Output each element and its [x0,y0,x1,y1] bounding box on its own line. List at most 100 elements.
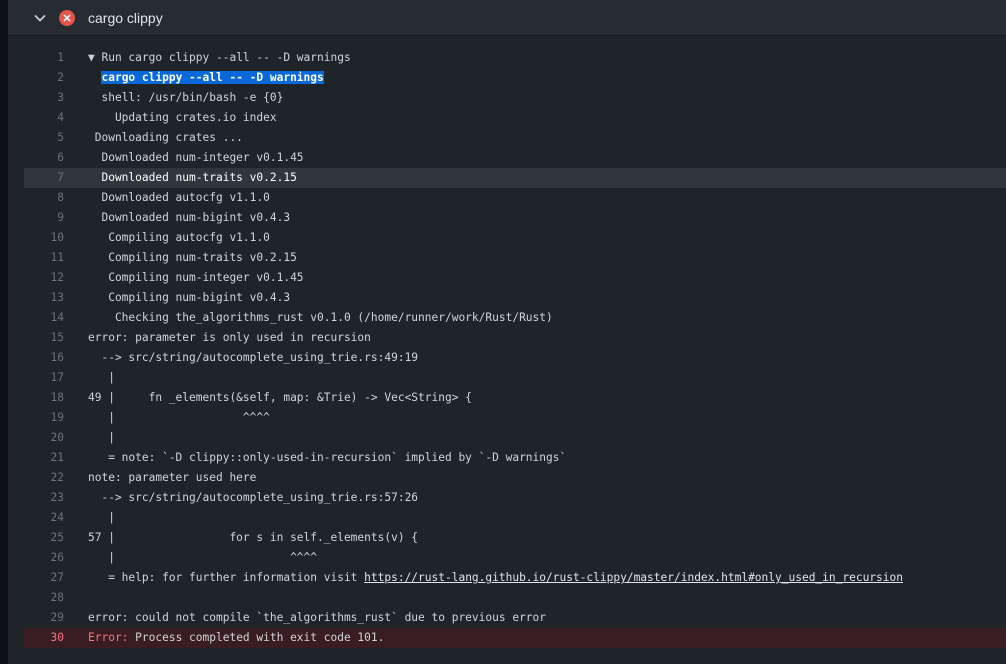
log-line[interactable]: 26 | ^^^^ [24,548,1006,568]
log-line[interactable]: 23 --> src/string/autocomplete_using_tri… [24,488,1006,508]
log-line[interactable]: 21 = note: `-D clippy::only-used-in-recu… [24,448,1006,468]
log-line[interactable]: 18 49 | fn _elements(&self, map: &Trie) -… [24,388,1006,408]
line-number[interactable]: 8 [24,188,64,208]
log-line[interactable]: 28 [24,588,1006,608]
line-number[interactable]: 25 [24,528,64,548]
log-line[interactable]: 12 Compiling num-integer v0.1.45 [24,268,1006,288]
log-text: Run cargo clippy --all -- -D warnings [101,51,351,64]
log-line[interactable]: 22 note: parameter used here [24,468,1006,488]
line-number[interactable]: 9 [24,208,64,228]
group-toggle-icon[interactable]: ▼ [88,51,101,64]
log-line[interactable]: 20 | [24,428,1006,448]
line-number[interactable]: 14 [24,308,64,328]
line-number[interactable]: 22 [24,468,64,488]
log-line[interactable]: 3 shell: /usr/bin/bash -e {0} [24,88,1006,108]
log-text: Downloading crates ... [88,131,243,144]
line-number[interactable]: 1 [24,48,64,68]
line-number[interactable]: 20 [24,428,64,448]
job-log-panel: cargo clippy 1 ▼ Run cargo clippy --all -… [8,0,1006,664]
line-number[interactable]: 28 [24,588,64,608]
line-text: shell: /usr/bin/bash -e {0} [88,88,283,108]
line-number[interactable]: 12 [24,268,64,288]
log-text: error: parameter is only used in recursi… [88,331,371,344]
log-text: | ^^^^ [88,411,270,424]
error-keyword: Error: [88,631,129,644]
log-line[interactable]: 30 Error: Process completed with exit cod… [24,628,1006,648]
line-text: Compiling autocfg v1.1.0 [88,228,270,248]
line-number[interactable]: 30 [24,628,64,648]
line-number[interactable]: 17 [24,368,64,388]
log-output: 1 ▼ Run cargo clippy --all -- -D warnings… [24,48,1006,648]
log-text: Compiling num-traits v0.2.15 [88,251,297,264]
log-line[interactable]: 7 Downloaded num-traits v0.2.15 [24,168,1006,188]
line-number[interactable]: 27 [24,568,64,588]
log-line[interactable]: 6 Downloaded num-integer v0.1.45 [24,148,1006,168]
line-number[interactable]: 3 [24,88,64,108]
line-number[interactable]: 13 [24,288,64,308]
line-number[interactable]: 5 [24,128,64,148]
line-number[interactable]: 2 [24,68,64,88]
line-text: = help: for further information visit ht… [88,568,903,588]
log-text: | [88,371,115,384]
log-text: | [88,431,115,444]
step-title: cargo clippy [88,10,163,26]
line-text: | [88,428,115,448]
log-line[interactable]: 11 Compiling num-traits v0.2.15 [24,248,1006,268]
line-number[interactable]: 26 [24,548,64,568]
log-line[interactable]: 24 | [24,508,1006,528]
line-text: Downloaded num-integer v0.1.45 [88,148,304,168]
log-line[interactable]: 2 cargo clippy --all -- -D warnings [24,68,1006,88]
log-text: Downloaded num-integer v0.1.45 [88,151,304,164]
line-text: 49 | fn _elements(&self, map: &Trie) -> … [88,388,472,408]
line-number[interactable]: 11 [24,248,64,268]
line-number[interactable]: 6 [24,148,64,168]
error-circle-icon [59,10,75,26]
chevron-down-icon[interactable] [32,10,48,26]
line-number[interactable]: 15 [24,328,64,348]
line-text: Updating crates.io index [88,108,277,128]
log-text: Compiling autocfg v1.1.0 [88,231,270,244]
line-number[interactable]: 24 [24,508,64,528]
line-text: Downloaded autocfg v1.1.0 [88,188,269,208]
log-line[interactable]: 17 | [24,368,1006,388]
line-number[interactable]: 4 [24,108,64,128]
log-line[interactable]: 19 | ^^^^ [24,408,1006,428]
line-text: Error: Process completed with exit code … [88,628,384,648]
line-number[interactable]: 29 [24,608,64,628]
line-number[interactable]: 7 [24,168,64,188]
selected-text: cargo clippy --all -- -D warnings [101,71,324,84]
line-text: Checking the_algorithms_rust v0.1.0 (/ho… [88,308,553,328]
line-number[interactable]: 19 [24,408,64,428]
log-text: shell: /usr/bin/bash -e {0} [101,91,284,104]
step-header[interactable]: cargo clippy [8,0,1006,36]
line-number[interactable]: 10 [24,228,64,248]
help-link[interactable]: https://rust-lang.github.io/rust-clippy/… [364,571,903,584]
log-line[interactable]: 14 Checking the_algorithms_rust v0.1.0 (… [24,308,1006,328]
line-text: 57 | for s in self._elements(v) { [88,528,418,548]
line-number[interactable]: 16 [24,348,64,368]
log-line[interactable]: 4 Updating crates.io index [24,108,1006,128]
line-number[interactable]: 21 [24,448,64,468]
log-line[interactable]: 16 --> src/string/autocomplete_using_tri… [24,348,1006,368]
log-line[interactable]: 9 Downloaded num-bigint v0.4.3 [24,208,1006,228]
log-text: | [88,511,115,524]
log-line[interactable]: 27 = help: for further information visit… [24,568,1006,588]
log-text: Downloaded num-traits v0.2.15 [88,171,297,184]
log-line[interactable]: 8 Downloaded autocfg v1.1.0 [24,188,1006,208]
log-line[interactable]: 13 Compiling num-bigint v0.4.3 [24,288,1006,308]
log-text: Downloaded num-bigint v0.4.3 [88,211,291,224]
line-text: | [88,508,115,528]
line-number[interactable]: 23 [24,488,64,508]
line-number[interactable]: 18 [24,388,64,408]
log-line[interactable]: 1 ▼ Run cargo clippy --all -- -D warnings [24,48,1006,68]
line-text: error: could not compile `the_algorithms… [88,608,546,628]
line-text: cargo clippy --all -- -D warnings [88,68,324,88]
log-line[interactable]: 15 error: parameter is only used in recur… [24,328,1006,348]
log-text: 57 | for s in self._elements(v) { [88,531,419,544]
log-line[interactable]: 25 57 | for s in self._elements(v) { [24,528,1006,548]
log-line[interactable]: 5 Downloading crates ... [24,128,1006,148]
log-line[interactable]: 29 error: could not compile `the_algorith… [24,608,1006,628]
log-line[interactable]: 10 Compiling autocfg v1.1.0 [24,228,1006,248]
